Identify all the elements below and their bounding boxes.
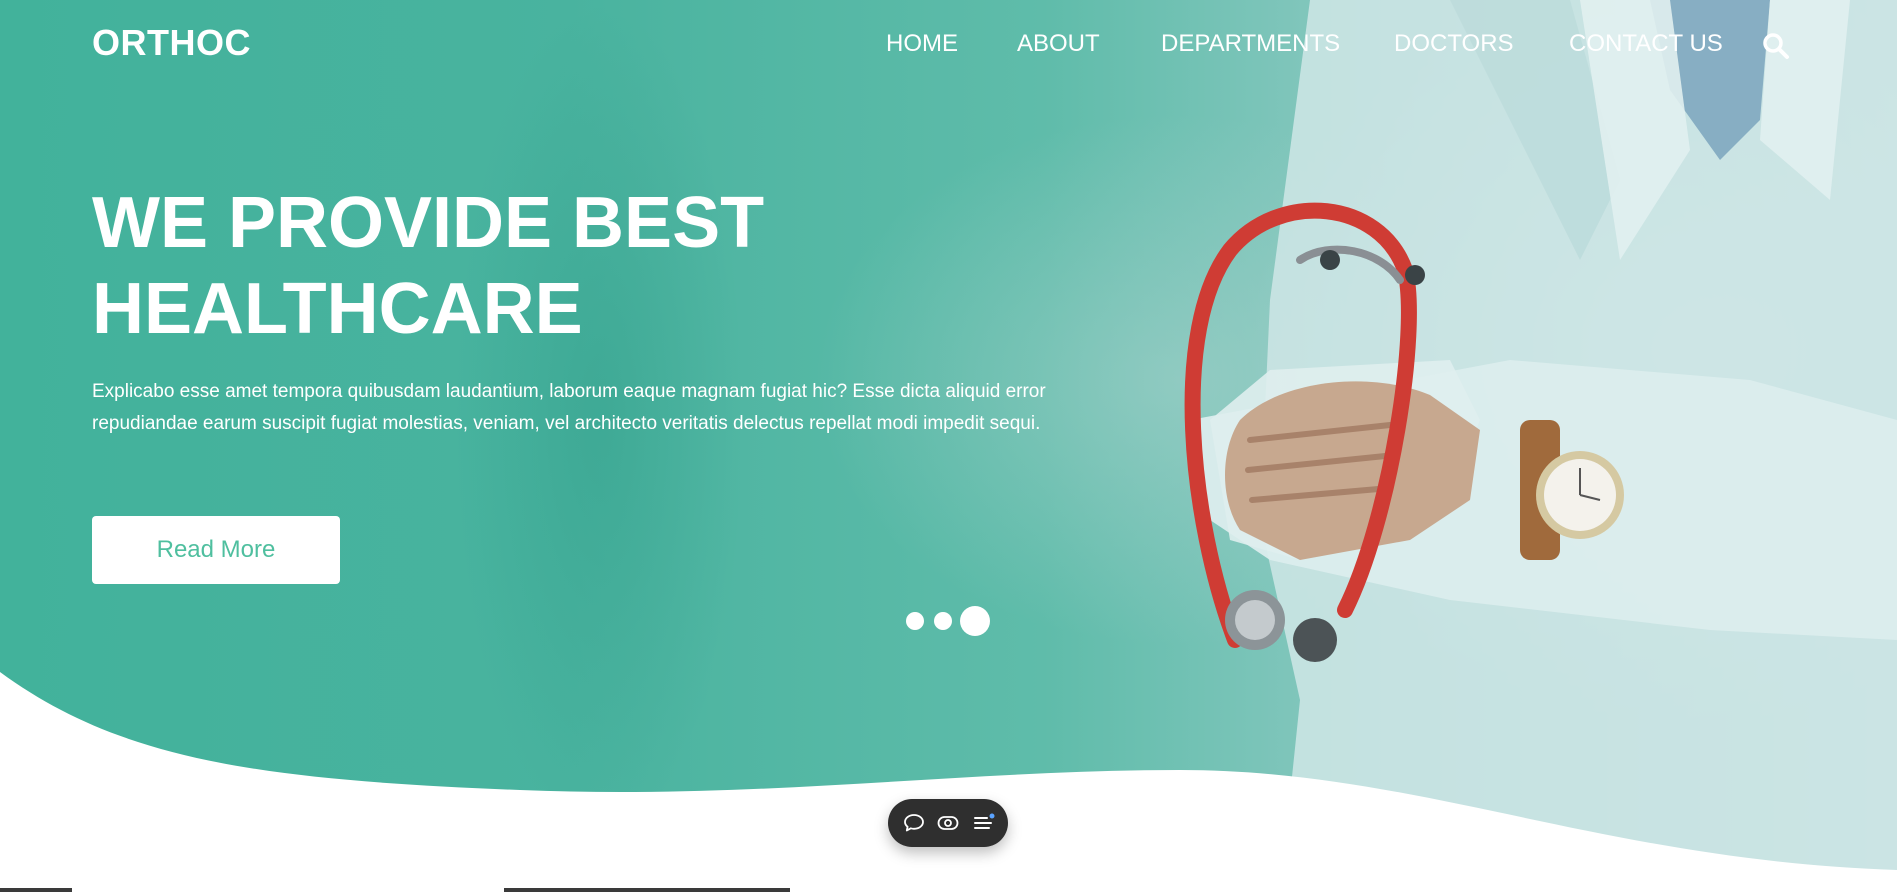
hero-description: Explicabo esse amet tempora quibusdam la… bbox=[92, 381, 1046, 434]
slider-dot-3-active[interactable] bbox=[960, 606, 990, 636]
nav-item-departments[interactable]: DEPARTMENTS bbox=[1161, 30, 1340, 58]
search-button[interactable] bbox=[1762, 32, 1790, 60]
slider-dot-1[interactable] bbox=[906, 612, 924, 630]
hero-headline-line1: WE PROVIDE BEST bbox=[92, 183, 765, 263]
hero-headline: WE PROVIDE BEST HEALTHCARE bbox=[92, 180, 852, 352]
nav-item-contact-us[interactable]: CONTACT US bbox=[1569, 30, 1723, 58]
nav-item-home[interactable]: HOME bbox=[886, 30, 958, 58]
nav-item-doctors[interactable]: DOCTORS bbox=[1394, 30, 1514, 58]
hero-wave-divider bbox=[0, 672, 1897, 892]
search-icon bbox=[1763, 33, 1789, 59]
hero-section bbox=[0, 0, 1897, 892]
chat-button[interactable] bbox=[902, 811, 926, 835]
site-logo[interactable]: ORTHOC bbox=[92, 22, 251, 64]
menu-list-icon bbox=[974, 813, 995, 829]
view-toggle-button[interactable] bbox=[936, 811, 960, 835]
menu-list-button[interactable] bbox=[972, 811, 996, 835]
chat-icon bbox=[904, 814, 924, 832]
bottom-border bbox=[0, 888, 790, 892]
slider-dot-2[interactable] bbox=[934, 612, 952, 630]
read-more-button[interactable]: Read More bbox=[92, 516, 340, 584]
floating-toolbar bbox=[888, 799, 1008, 847]
eye-icon bbox=[937, 816, 959, 830]
hero-headline-line2: HEALTHCARE bbox=[92, 269, 583, 349]
nav-item-about[interactable]: ABOUT bbox=[1017, 30, 1100, 58]
